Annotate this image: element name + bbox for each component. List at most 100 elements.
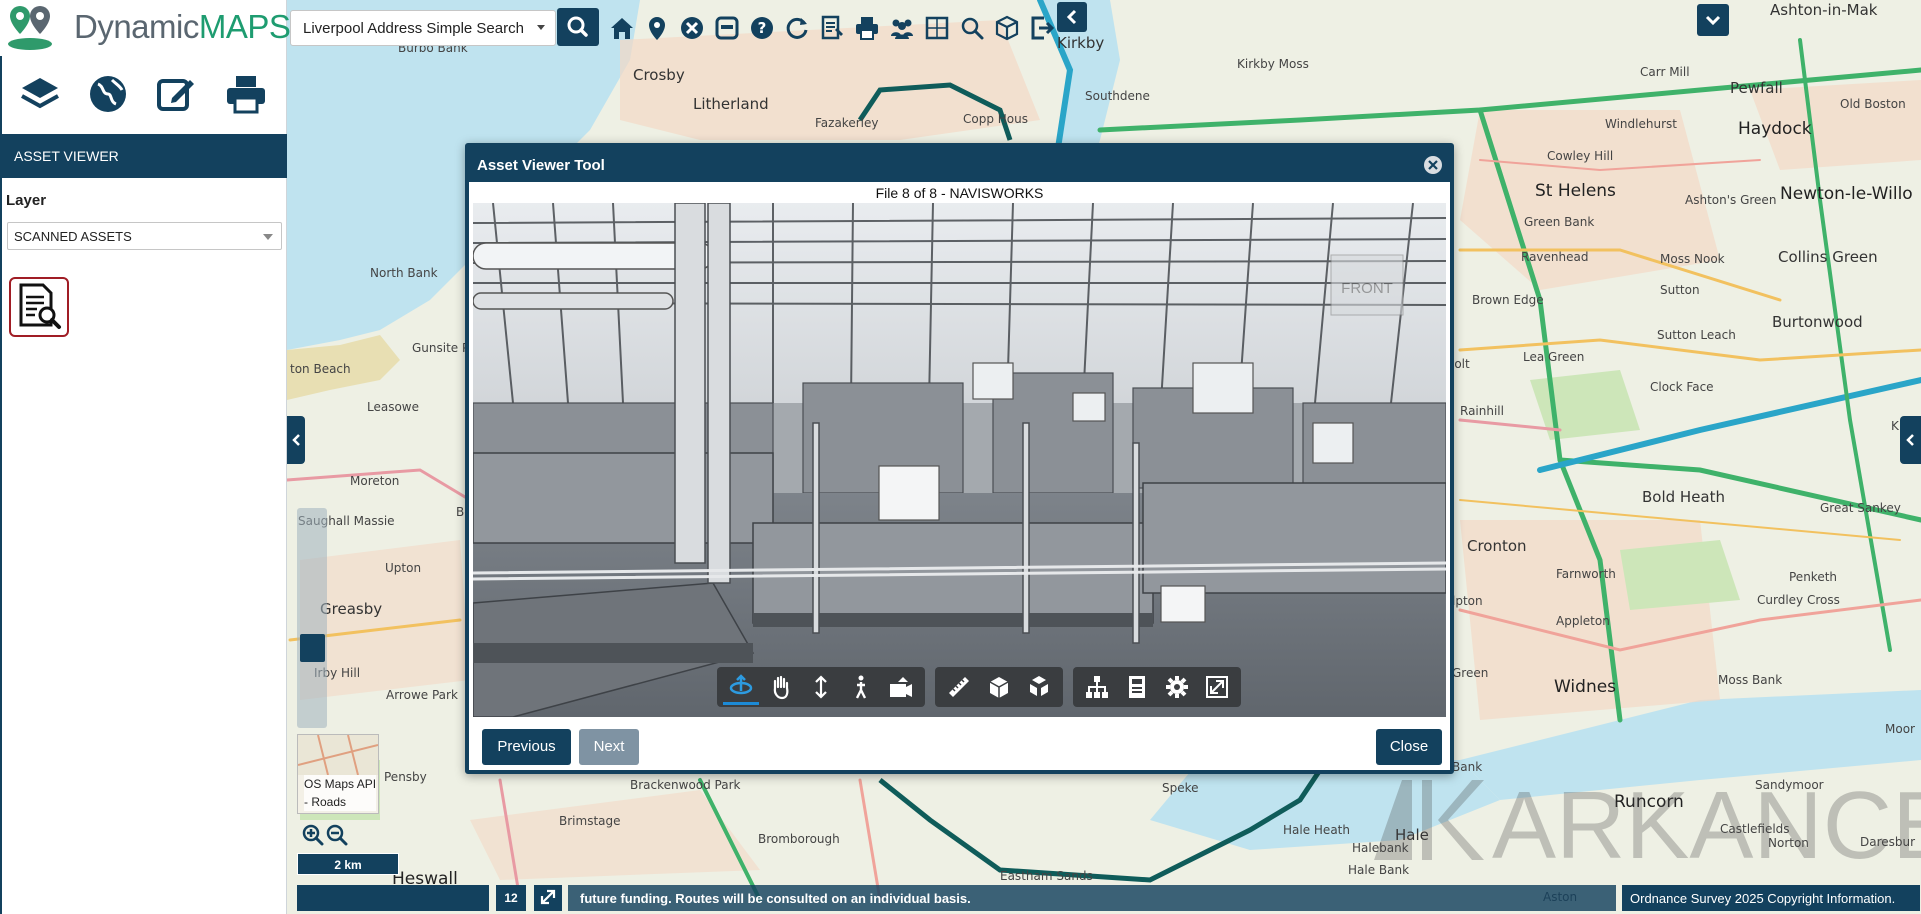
logout-icon <box>1031 16 1054 40</box>
main-toolbar: ? <box>605 10 1058 46</box>
top-right-menu-button[interactable] <box>1697 4 1729 36</box>
map-place-label: Eastham Sands <box>1000 869 1093 883</box>
fullscreen-tool[interactable] <box>1199 669 1235 705</box>
3d-model-viewer[interactable]: FRONT <box>473 203 1446 717</box>
dialog-titlebar[interactable]: Asset Viewer Tool <box>469 147 1450 182</box>
zoom-in-icon[interactable] <box>302 824 324 846</box>
map-place-label: Bold Heath <box>1642 488 1726 506</box>
map-place-label: Copp Hous <box>963 112 1028 126</box>
brand-name-part2: MAPS <box>198 8 291 45</box>
map-place-label: Upton <box>385 561 422 575</box>
map-place-label: Southdene <box>1085 89 1150 103</box>
map-place-label: Ashton-in-Mak <box>1770 1 1878 19</box>
right-panel-toggle[interactable] <box>1900 416 1921 464</box>
zoom-slider-handle[interactable] <box>300 634 325 662</box>
copyright-notice[interactable]: Ordnance Survey 2025 Copyright Informati… <box>1622 885 1920 911</box>
info-panel-button[interactable] <box>710 10 743 46</box>
print-button[interactable] <box>850 10 883 46</box>
properties-icon <box>1129 676 1145 698</box>
map-place-label: Curdley Cross <box>1757 593 1840 607</box>
globe-icon[interactable] <box>86 72 130 116</box>
zoom-out-icon[interactable] <box>326 824 348 846</box>
properties-tool[interactable] <box>1119 669 1155 705</box>
map-place-label: ton Beach <box>290 362 351 376</box>
brand-name-part1: Dynamic <box>74 8 199 45</box>
users-button[interactable] <box>885 10 918 46</box>
chevron-down-icon <box>1705 15 1721 26</box>
basemap-label: OS Maps API - Roads <box>304 775 377 811</box>
help-icon: ? <box>750 17 773 39</box>
layer-select[interactable]: SCANNED ASSETS <box>7 222 282 250</box>
help-button[interactable]: ? <box>745 10 778 46</box>
zoom-updown-tool[interactable] <box>803 669 839 705</box>
zoom-slider[interactable] <box>297 508 327 728</box>
dialog-title: Asset Viewer Tool <box>477 157 605 174</box>
report-button[interactable] <box>815 10 848 46</box>
settings-tool[interactable] <box>1159 669 1195 705</box>
map-pin-button[interactable] <box>640 10 673 46</box>
previous-button[interactable]: Previous <box>482 729 571 765</box>
app-header: DynamicMAPS <box>0 0 291 56</box>
explode-tool[interactable] <box>1021 669 1057 705</box>
map-place-label: Widnes <box>1554 677 1617 697</box>
map-place-label: Sutton <box>1660 283 1700 297</box>
refresh-icon <box>786 17 807 39</box>
map-place-label: Greasby <box>320 600 383 618</box>
3d-view-button[interactable] <box>990 10 1023 46</box>
map-place-label: Litherland <box>693 95 769 113</box>
app-brand: DynamicMAPS <box>74 8 291 46</box>
map-place-label: Kirkby Moss <box>1237 57 1309 71</box>
scan-asset-button[interactable] <box>9 277 69 337</box>
camera-tool[interactable] <box>883 669 919 705</box>
fullscreen-button[interactable] <box>534 885 562 911</box>
measure-tool[interactable] <box>941 669 977 705</box>
model-tree-tool[interactable] <box>1079 669 1115 705</box>
layers-icon[interactable] <box>18 72 62 116</box>
section-tool[interactable] <box>981 669 1017 705</box>
search-icon <box>567 16 588 37</box>
chevron-left-icon <box>292 434 300 446</box>
print-icon <box>855 17 878 40</box>
next-button[interactable]: Next <box>579 729 639 765</box>
logout-button[interactable] <box>1025 10 1058 46</box>
viewcube[interactable]: FRONT <box>1330 254 1404 316</box>
walk-tool[interactable] <box>843 669 879 705</box>
close-button[interactable]: Close <box>1376 729 1442 765</box>
search-dropdown[interactable]: Liverpool Address Simple Search <box>290 10 556 46</box>
map-place-label: Windlehurst <box>1605 117 1677 131</box>
map-place-label: Rainhill <box>1460 404 1504 418</box>
viewcube-label: FRONT <box>1341 280 1393 297</box>
news-ticker: future funding. Routes will be consulted… <box>568 885 1616 911</box>
search-button[interactable] <box>557 8 599 46</box>
map-place-label: Hale Heath <box>1283 823 1350 837</box>
map-place-label: Collins Green <box>1778 248 1878 266</box>
collapse-toolbar-button[interactable] <box>1057 2 1087 32</box>
orbit-tool[interactable] <box>723 669 759 705</box>
refresh-button[interactable] <box>780 10 813 46</box>
measure-tools <box>935 667 1063 707</box>
model-tree-icon <box>1086 676 1108 698</box>
map-place-label: Pensby <box>384 770 427 784</box>
zoom-search-button[interactable] <box>955 10 988 46</box>
expand-icon <box>540 889 556 905</box>
map-place-label: Pewfall <box>1730 79 1783 97</box>
clear-button[interactable] <box>675 10 708 46</box>
home-button[interactable] <box>605 10 638 46</box>
ruler-icon <box>949 677 969 697</box>
map-place-label: Bromborough <box>758 832 840 846</box>
printer-icon[interactable] <box>224 72 268 116</box>
edit-icon[interactable] <box>154 72 198 116</box>
chevron-left-icon <box>1906 434 1914 446</box>
map-place-label: Green Bank <box>1524 215 1595 229</box>
pan-tool[interactable] <box>763 669 799 705</box>
users-icon <box>890 19 913 39</box>
map-place-label: North Bank <box>370 266 438 280</box>
basemap-switcher[interactable]: OS Maps API - Roads <box>297 734 379 814</box>
pan-icon <box>773 675 789 700</box>
fullscreen-icon <box>1206 676 1228 698</box>
measure-button[interactable] <box>920 10 953 46</box>
map-place-label: Brown Edge <box>1472 293 1544 307</box>
left-panel-toggle[interactable] <box>287 416 305 464</box>
dialog-close-x-button[interactable] <box>1424 156 1442 174</box>
map-place-label: Clock Face <box>1650 380 1714 394</box>
